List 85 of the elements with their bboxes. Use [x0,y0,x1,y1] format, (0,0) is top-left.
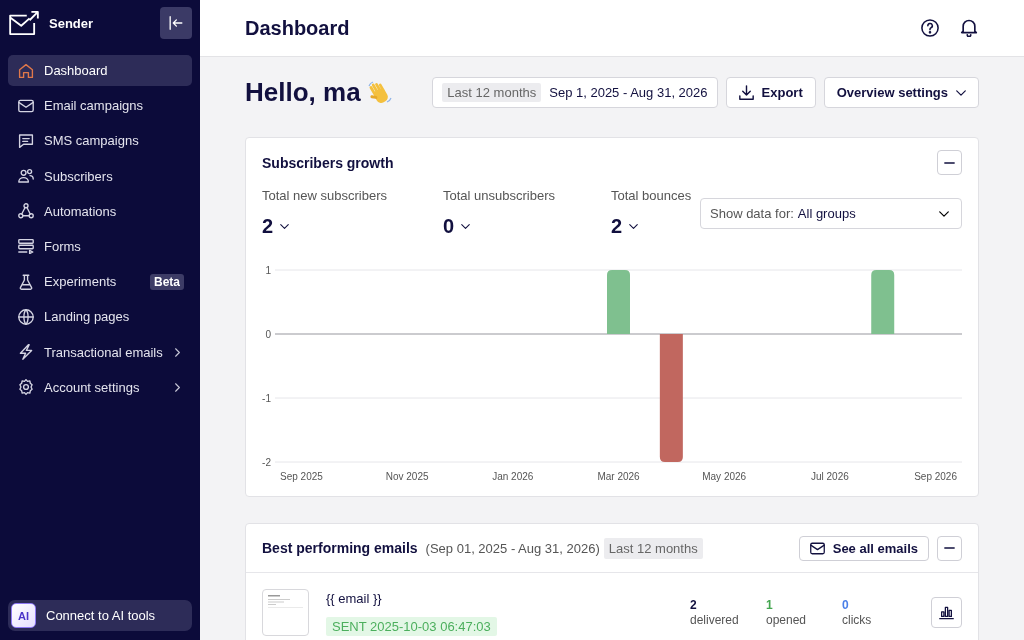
chevron-down-icon [956,89,966,96]
collapse-button[interactable] [937,535,962,561]
stat-label: Total unsubscribers [443,188,556,204]
envelope-icon [18,97,34,114]
home-icon [18,62,34,79]
envelope-icon [809,540,825,556]
stat-value-dropdown[interactable]: 2 [611,214,639,238]
chevron-down-icon [461,223,471,229]
chart-bar [871,270,895,334]
x-axis-label: May 2026 [702,471,747,482]
stat-caption: delivered [690,612,739,628]
collapse-button[interactable] [937,150,962,175]
help-icon[interactable] [921,19,939,37]
stat-caption: clicks [842,612,872,628]
sidebar-item[interactable]: Forms [8,230,192,262]
chevron-right-icon [175,347,180,357]
card-title: Best performing emails [262,540,418,556]
email-subject[interactable]: {{ email }} [326,591,382,607]
period-tag: Last 12 months [442,83,542,102]
x-axis-label: Jan 2026 [492,471,534,482]
users-icon [18,168,34,185]
sidebar-item[interactable]: Account settings [8,371,192,403]
stat-number: 2 [690,598,697,612]
stat-label: Total new subscribers [262,188,388,204]
sidebar-item[interactable]: Experiments Beta [8,266,192,298]
sidebar-item[interactable]: Landing pages [8,301,192,333]
chevron-right-icon [175,382,180,392]
flask-icon [18,273,34,290]
card-title: Subscribers growth [262,154,394,171]
envelope-arrow-logo-icon [9,11,39,35]
period-tag: Last 12 months [603,537,703,559]
globe-icon [18,308,34,325]
sidebar-item[interactable]: Subscribers [8,160,192,192]
y-axis-label: -1 [262,392,271,404]
connect-ai-tools-button[interactable]: AI Connect to AI tools [8,600,192,631]
stat-number: 0 [842,598,849,612]
lightning-icon [18,344,34,360]
sidebar-item[interactable]: Dashboard [8,55,192,86]
report-button[interactable] [931,597,962,628]
x-axis-label: Sep 2025 [280,471,323,482]
chevron-down-icon [280,223,290,229]
nodes-icon [18,203,34,220]
sidebar-item[interactable]: Automations [8,195,192,227]
gear-icon [18,379,34,396]
see-all-emails-button[interactable]: See all emails [798,535,929,561]
bell-icon[interactable] [960,19,978,37]
chat-bubble-icon [18,132,34,149]
page-title: Dashboard [245,16,350,40]
email-thumbnail [262,589,309,636]
ai-badge: AI [11,603,36,628]
sidebar-item[interactable]: Email campaigns [8,90,192,122]
sidebar-item[interactable]: Transactional emails [8,336,192,368]
y-axis-label: -2 [262,456,271,468]
y-axis-label: 0 [265,328,271,340]
y-axis-label: 1 [265,264,271,276]
form-icon [18,238,34,255]
date-range-picker[interactable]: Last 12 months Sep 1, 2025 - Aug 31, 2026 [432,77,718,108]
minus-icon [944,161,955,164]
x-axis-label: Nov 2025 [385,471,429,482]
stat-caption: opened [766,612,807,628]
stat-label: Total bounces [611,188,692,204]
brand-name: Sender [49,15,94,31]
x-axis-label: Mar 2026 [597,471,640,482]
greeting-heading: Hello, ma [245,77,361,108]
stat-number: 1 [766,598,773,612]
stat-value-dropdown[interactable]: 0 [443,214,471,238]
group-select[interactable]: Show data for: All groups [700,198,962,229]
stat-value-dropdown[interactable]: 2 [262,214,290,238]
waving-hand-icon [366,79,393,106]
sent-status-badge: SENT 2025-10-03 06:47:03 [326,617,497,636]
download-icon [738,85,754,100]
beta-badge: Beta [150,273,184,290]
chevron-down-icon [629,223,639,229]
bar-chart-icon [939,605,954,620]
chevron-down-icon [939,210,949,217]
export-button[interactable]: Export [725,77,816,108]
collapse-sidebar-button[interactable] [160,7,192,39]
collapse-left-icon [169,16,183,30]
x-axis-label: Sep 2026 [914,471,957,482]
sidebar-item[interactable]: SMS campaigns [8,125,192,157]
date-range-text: (Sep 01, 2025 - Aug 31, 2026) [425,540,600,556]
minus-icon [944,547,955,549]
x-axis-label: Jul 2026 [811,471,849,482]
chart-bar [607,270,630,334]
overview-settings-button[interactable]: Overview settings [823,77,979,108]
